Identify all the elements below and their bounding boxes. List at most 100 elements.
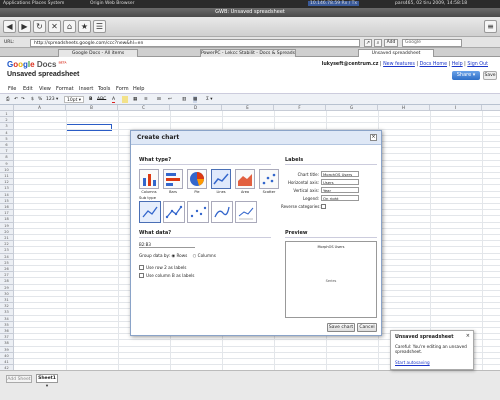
chart-button[interactable]: ▩ — [193, 96, 198, 103]
search-input[interactable]: Google — [402, 39, 462, 47]
column-header-g[interactable]: G — [326, 105, 378, 111]
subtype-line-compact[interactable] — [235, 201, 257, 223]
subtype-line-markers[interactable] — [163, 201, 185, 223]
chart-title-input[interactable]: MorphOS Users — [321, 171, 359, 177]
share-button[interactable]: Share ▾ — [452, 71, 480, 80]
print-icon[interactable]: ⎙ — [6, 96, 10, 103]
horizontal-axis-input[interactable]: Users — [321, 179, 359, 185]
column-header-d[interactable]: D — [170, 105, 222, 111]
currency-format-button[interactable]: $ — [31, 96, 34, 103]
subtype-line-plain[interactable] — [139, 201, 161, 223]
docs-home-link[interactable]: Docs Home — [420, 62, 447, 67]
functions-dropdown[interactable]: Σ ▾ — [206, 96, 213, 103]
stop-button[interactable]: ✕ — [48, 20, 61, 33]
zoom-button[interactable]: ⌕ — [374, 39, 382, 47]
tab-unsaved-spreadsheet[interactable]: Unsaved spreadsheet — [358, 49, 434, 57]
start-autosaving-link[interactable]: Start autosaving — [395, 360, 430, 365]
tab-powerpc[interactable]: PowerPC - Lekcc Stabilit - Docs & Spread… — [200, 49, 296, 57]
home-button[interactable]: ⌂ — [63, 20, 76, 33]
preview-chart-title: MorphOS Users — [317, 245, 345, 249]
url-input[interactable]: http://spreadsheets.google.com/ccc?new&h… — [30, 39, 360, 47]
go-button[interactable]: ↗ — [364, 39, 372, 47]
new-features-link[interactable]: New features — [383, 62, 415, 67]
reload-icon: ↻ — [36, 22, 43, 31]
menu-file[interactable]: File — [8, 86, 16, 92]
line-points-icon — [190, 206, 207, 218]
add-bookmark-button[interactable]: Add — [384, 39, 398, 47]
subtype-line-smooth[interactable] — [211, 201, 233, 223]
undo-icon[interactable]: ↶ — [14, 96, 18, 103]
forward-arrow-icon: ▶ — [21, 22, 28, 31]
merge-cells-icon[interactable]: ⊟ — [157, 96, 161, 103]
redo-icon[interactable]: ↷ — [21, 96, 25, 103]
chart-type-area[interactable] — [235, 169, 255, 189]
menu-form[interactable]: Form — [116, 86, 129, 92]
sheet-tab-bar: Add Sheet Sheet1 ▾ — [0, 370, 500, 400]
column-header-a[interactable]: A — [14, 105, 66, 111]
number-format-dropdown[interactable]: 123 ▾ — [46, 96, 58, 103]
strikethrough-button[interactable]: ABC — [97, 96, 106, 103]
menu-help[interactable]: Help — [133, 86, 144, 92]
borders-icon[interactable]: ▦ — [133, 96, 137, 103]
menu-format[interactable]: Format — [56, 86, 74, 92]
column-header-f[interactable]: F — [274, 105, 326, 111]
rows-radio[interactable]: ◉ — [171, 253, 175, 258]
browser-menu-button[interactable]: ≡ — [484, 20, 497, 33]
back-button[interactable]: ◀ — [3, 20, 16, 33]
browser-launcher[interactable]: Origin Web Browser — [90, 1, 135, 6]
column-header-i[interactable]: I — [430, 105, 482, 111]
menu-tools[interactable]: Tools — [98, 86, 110, 92]
chart-type-lines[interactable] — [211, 169, 231, 189]
line-chart-icon — [213, 173, 229, 185]
bookmarks-button[interactable]: ★ — [78, 20, 91, 33]
sheet-tab-sheet1[interactable]: Sheet1 ▾ — [36, 374, 58, 389]
legend-select[interactable]: On right — [321, 195, 359, 201]
chart-type-area-label: Area — [240, 190, 250, 194]
column-header-b[interactable]: B — [66, 105, 118, 111]
reload-button[interactable]: ↻ — [33, 20, 46, 33]
menu-insert[interactable]: Insert — [79, 86, 93, 92]
align-icon[interactable]: ≡ — [144, 96, 148, 103]
percent-format-button[interactable]: % — [38, 96, 42, 103]
column-header-h[interactable]: H — [378, 105, 430, 111]
fill-color-button[interactable] — [122, 96, 128, 103]
notification-close-icon[interactable]: × — [466, 333, 470, 339]
wrap-text-icon[interactable]: ↩ — [168, 96, 172, 103]
column-header-e[interactable]: E — [222, 105, 274, 111]
system-menu[interactable]: Applications Places System — [3, 1, 64, 6]
insert-chart-icon[interactable]: ▥ — [182, 96, 186, 103]
save-chart-button[interactable]: Save chart — [327, 323, 355, 332]
browser-toolbar: ◀ ▶ ↻ ✕ ⌂ ★ ☰ ≡ — [0, 17, 500, 37]
save-button[interactable]: Save — [483, 71, 497, 80]
columns-radio[interactable]: ○ — [193, 253, 197, 258]
forward-button[interactable]: ▶ — [18, 20, 31, 33]
history-button[interactable]: ☰ — [93, 20, 106, 33]
subtype-line-points[interactable] — [187, 201, 209, 223]
selected-cell[interactable] — [66, 124, 112, 131]
use-row-labels-checkbox[interactable] — [139, 265, 144, 270]
font-size-dropdown[interactable]: 10pt ▾ — [64, 96, 85, 103]
help-link[interactable]: Help — [452, 62, 463, 67]
close-dialog-button[interactable]: × — [370, 134, 377, 141]
google-docs-logo[interactable]: Google Docs BETA — [7, 60, 67, 69]
use-column-labels-checkbox[interactable] — [139, 273, 144, 278]
add-sheet-button[interactable]: Add Sheet — [6, 375, 32, 383]
data-range-input[interactable]: B2:B3 — [139, 242, 195, 248]
reverse-categories-checkbox[interactable] — [321, 204, 326, 209]
vertical-axis-input[interactable]: Year — [321, 187, 359, 193]
sub-type-label: Sub type — [139, 195, 156, 200]
chart-type-scatter[interactable] — [259, 169, 279, 189]
chart-type-bars[interactable] — [163, 169, 183, 189]
history-icon: ☰ — [95, 22, 104, 31]
menu-edit[interactable]: Edit — [23, 86, 33, 92]
tab-docs-all-items[interactable]: Google Docs - All items — [58, 49, 138, 57]
chart-type-pie[interactable] — [187, 169, 207, 189]
chart-type-columns[interactable] — [139, 169, 159, 189]
menu-view[interactable]: View — [39, 86, 51, 92]
text-color-button[interactable]: A — [112, 96, 116, 103]
cancel-button[interactable]: Cancel — [357, 323, 377, 332]
document-title[interactable]: Unsaved spreadsheet — [7, 71, 79, 78]
column-header-c[interactable]: C — [118, 105, 170, 111]
bold-button[interactable]: B — [89, 96, 92, 103]
sign-out-link[interactable]: Sign Out — [467, 62, 488, 67]
